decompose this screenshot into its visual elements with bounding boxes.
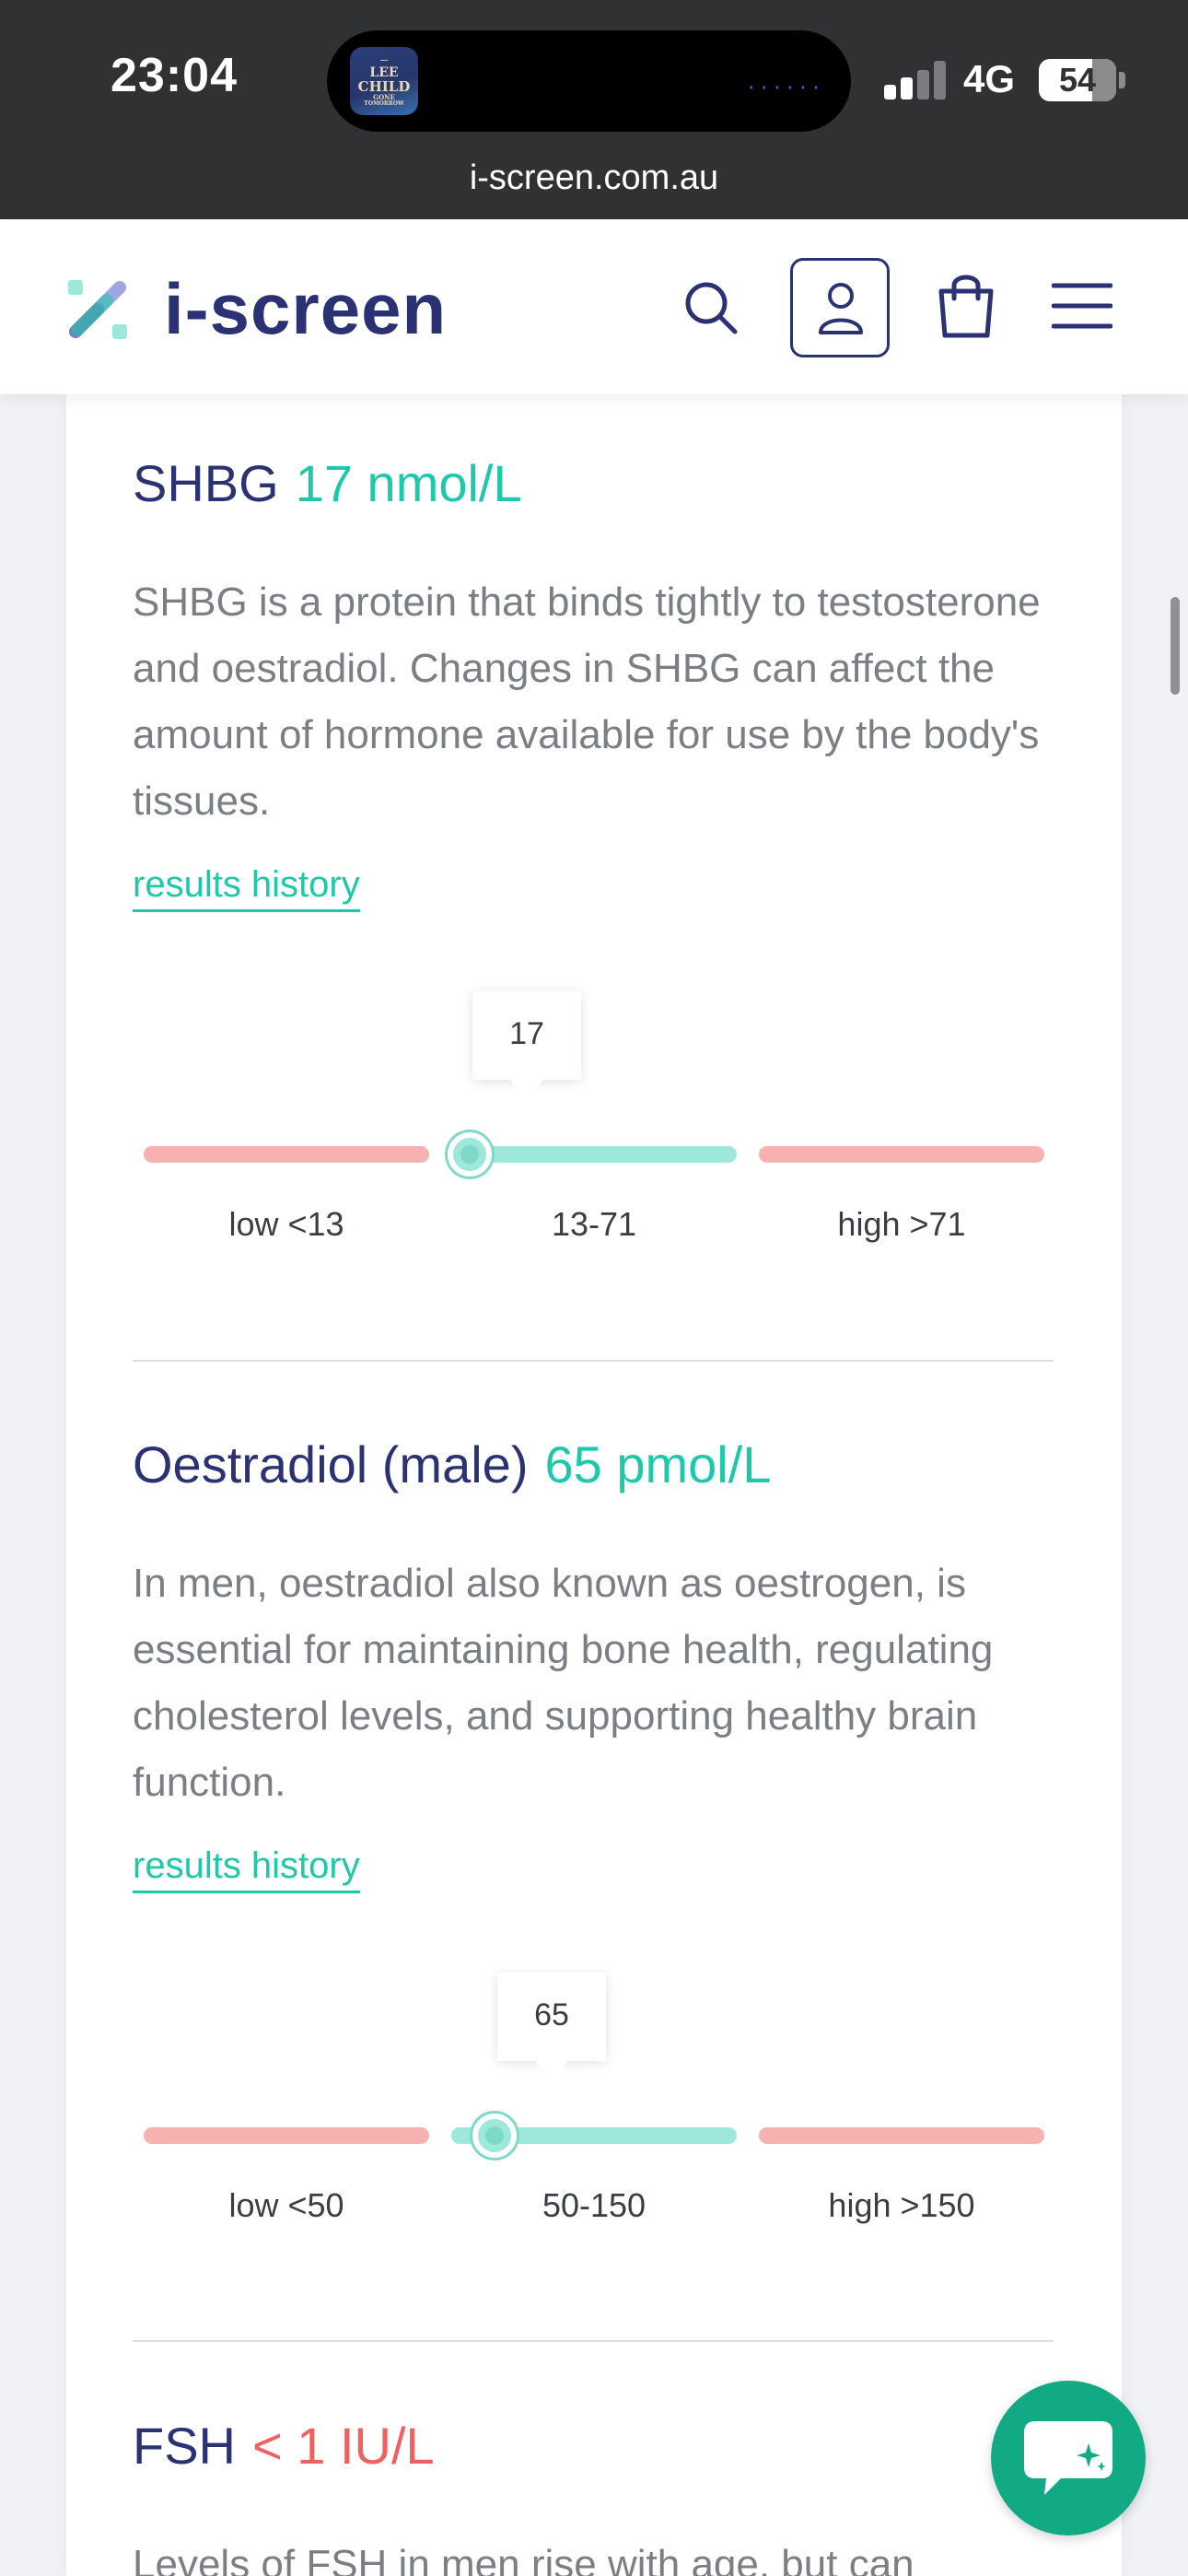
result-name: FSH [133, 2417, 236, 2475]
chat-sparkle-icon [1024, 2421, 1112, 2495]
result-description: Levels of FSH in men rise with age, but … [133, 2542, 914, 2576]
result-title: SHBG 17 nmol/L [133, 453, 522, 513]
range-bar-high [759, 2127, 1044, 2144]
site-header: i-screen [0, 219, 1188, 394]
result-value: < 1 IU/L [252, 2417, 435, 2475]
result-title: FSH < 1 IU/L [133, 2416, 435, 2476]
network-type: 4G [963, 57, 1016, 100]
section-divider [133, 2340, 1054, 2342]
cellular-signal-icon [884, 61, 949, 100]
range-label-low: low <50 [228, 2186, 344, 2224]
result-value: 65 pmol/L [544, 1435, 772, 1493]
range-label-low: low <13 [228, 1205, 344, 1243]
results-card: SHBG 17 nmol/L SHBG is a protein that bin… [66, 394, 1122, 2576]
result-description: In men, oestradiol also known as oestrog… [133, 1561, 994, 1805]
results-history-link[interactable]: results history [133, 1845, 360, 1893]
result-marker [472, 2113, 517, 2158]
battery-level: 54 [1058, 61, 1097, 99]
menu-icon[interactable] [1052, 282, 1112, 330]
result-description: SHBG is a protein that binds tightly to … [133, 580, 1041, 824]
range-label-high: high >71 [837, 1205, 966, 1243]
result-marker-tooltip: 17 [472, 991, 581, 1100]
account-button[interactable] [790, 258, 890, 357]
range-bar-low [144, 1146, 429, 1163]
battery-icon: 54 [1039, 59, 1116, 101]
status-bar: 23:04 — LEE CHILD GONE TOMORROW ······ 4… [0, 0, 1188, 219]
range-label-normal: 50-150 [542, 2186, 646, 2224]
chat-button[interactable] [991, 2381, 1146, 2535]
result-name: Oestradiol (male) [133, 1435, 529, 1493]
section-divider [133, 1360, 1054, 1362]
range-label-normal: 13-71 [551, 1205, 637, 1243]
dynamic-island[interactable]: — LEE CHILD GONE TOMORROW ······ [327, 30, 851, 132]
range-bar-low [144, 2127, 429, 2144]
result-marker-tooltip: 65 [497, 1973, 606, 2081]
result-marker [448, 1132, 492, 1177]
result-name: SHBG [133, 454, 279, 512]
address-bar-url[interactable]: i-screen.com.au [0, 158, 1188, 198]
cart-icon[interactable] [936, 271, 996, 339]
range-bar-normal [451, 1146, 737, 1163]
brand-logo-icon[interactable] [64, 276, 131, 343]
result-title: Oestradiol (male) 65 pmol/L [133, 1434, 771, 1494]
results-history-link[interactable]: results history [133, 864, 360, 912]
now-playing-artwork: — LEE CHILD GONE TOMORROW [350, 47, 418, 115]
search-icon[interactable] [681, 278, 740, 337]
page-scrollbar[interactable] [1171, 597, 1180, 695]
range-bar-high [759, 1146, 1044, 1163]
audio-waveform-icon: ······ [745, 76, 823, 99]
account-icon [819, 283, 863, 334]
brand-wordmark[interactable]: i-screen [164, 267, 447, 351]
status-time: 23:04 [111, 49, 238, 102]
battery-terminal [1119, 72, 1125, 88]
range-label-high: high >150 [828, 2186, 975, 2224]
result-value: 17 nmol/L [295, 454, 522, 512]
